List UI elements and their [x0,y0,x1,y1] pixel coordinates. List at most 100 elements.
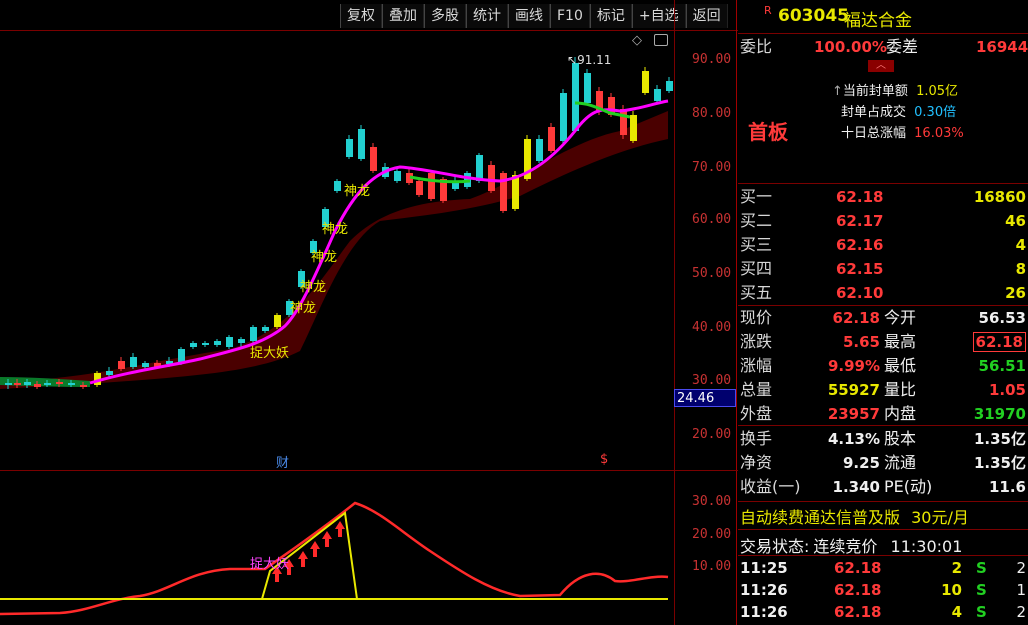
indicator-chart[interactable] [0,471,674,625]
bid-row[interactable]: 买二 62.17 46 [738,210,1028,232]
candle [24,382,31,385]
candle [560,93,567,141]
candle [202,343,209,345]
bid-volume: 16860 [973,188,1026,206]
tick-time: 11:26 [740,603,788,621]
separator [738,501,1028,502]
candle [250,327,257,341]
price-axis-label: 40.00 [692,320,732,335]
quote-row: 涨幅 9.99% 最低 56.51 [738,355,1028,377]
bid-label: 买二 [740,211,773,230]
zhuodayao-label: 捉大妖 [250,346,290,361]
tick-volume: 10 [941,581,962,599]
bid-label: 买三 [740,235,773,254]
bid-volume: 46 [1005,212,1026,230]
price-axis-label: 20.00 [692,427,732,442]
quote-value-2: 1.05 [988,381,1026,399]
collapse-chevron-icon[interactable]: ︿ [868,60,894,72]
candle [56,382,63,384]
quote-value-2: 31970 [973,405,1026,423]
candle [44,383,51,385]
bid-row[interactable]: 买四 62.15 8 [738,258,1028,280]
shenlong-label: 神龙 [290,301,317,316]
f10-button[interactable]: F10 [550,4,590,28]
candle [214,341,221,345]
statistics-button[interactable]: 统计 [466,4,508,28]
fund-label: 净资 [740,453,773,472]
quote-label-2: 今开 [884,308,917,327]
finance-marker[interactable]: 财 [276,452,289,471]
indicator-arrows [272,521,345,582]
tick-row: 11:26 62.18 10 S 1 [738,579,1028,601]
separator [738,33,1028,34]
price-axis-label: 70.00 [692,160,732,175]
shenlong-label: 神龙 [322,222,349,237]
quote-value: 62.18 [832,309,880,327]
fund-value: 1.340 [832,478,880,496]
bid-row[interactable]: 买三 62.16 4 [738,234,1028,256]
panel-divider [736,0,737,625]
draw-line-button[interactable]: 画线 [508,4,550,28]
bid-price: 62.17 [836,212,884,230]
quote-value: 9.99% [827,357,880,375]
fuquan-button[interactable]: 复权 [340,4,382,28]
quote-value-2: 62.18 [972,332,1026,352]
tick-time: 11:25 [740,559,788,577]
candle [334,181,341,191]
candle [68,383,75,385]
bid-label: 买一 [740,187,773,206]
quote-row: 现价 62.18 今开 56.53 [738,307,1028,329]
add-watchlist-button[interactable]: +自选 [631,4,686,28]
candle [666,81,673,91]
quote-row: 外盘 23957 内盘 31970 [738,403,1028,425]
candle [190,343,197,347]
stock-code: 603045 [778,6,849,26]
fund-value: 9.25 [842,454,880,472]
shenlong-label: 神龙 [311,250,338,265]
dollar-marker[interactable]: $ [600,452,608,467]
tick-side: S [976,603,987,621]
candle [572,63,579,131]
bid-price: 62.10 [836,284,884,302]
chart-toolbar: 复权 叠加 多股 统计 画线 F10 标记 +自选 返回 [340,4,728,30]
promo-link[interactable]: 自动续费通达信普及版 30元/月 [740,504,969,528]
bid-row[interactable]: 买一 62.18 16860 [738,186,1028,208]
fund-label: 收益(一) [740,477,801,496]
tick-count: 1 [1016,581,1026,599]
tick-price: 62.18 [834,603,882,621]
candle [358,129,365,159]
fund-value: 4.13% [827,430,880,448]
multi-stock-button[interactable]: 多股 [424,4,466,28]
candle [548,127,555,151]
candle [262,327,269,331]
price-axis-label: 80.00 [692,106,732,121]
tick-volume: 4 [951,603,962,621]
candle [106,371,113,375]
mark-button[interactable]: 标记 [589,4,632,28]
quote-value: 5.65 [842,333,880,351]
tick-row: 11:25 62.18 2 S 2 [738,557,1028,579]
separator [738,183,1028,184]
ten-day-row: 十日总涨幅 16.03% [841,126,964,141]
bid-price: 62.18 [836,188,884,206]
tick-side: S [976,559,987,577]
shenlong-label: 神龙 [300,280,327,295]
bid-row[interactable]: 买五 62.10 26 [738,282,1028,304]
quote-label-2: 内盘 [884,404,917,423]
price-axis-label: 90.00 [692,52,732,67]
candle [238,339,245,343]
overlay-button[interactable]: 叠加 [382,4,424,28]
bid-volume: 8 [1015,260,1026,278]
back-button[interactable]: 返回 [685,4,728,28]
separator [738,555,1028,556]
quote-label-2: 最高 [884,332,917,351]
price-axis-label: 50.00 [692,266,732,281]
tick-volume: 2 [951,559,962,577]
candle [630,115,637,141]
price-axis-label: 60.00 [692,212,732,227]
seal-amount-row: ↑当前封单额 1.05亿 [832,84,959,99]
weicha-value: 16944 [976,38,1028,56]
sub-axis-label: 30.00 [692,494,732,509]
candle [620,109,627,135]
weibi-row: 委比 100.00% 委差 16944 [738,36,1028,58]
